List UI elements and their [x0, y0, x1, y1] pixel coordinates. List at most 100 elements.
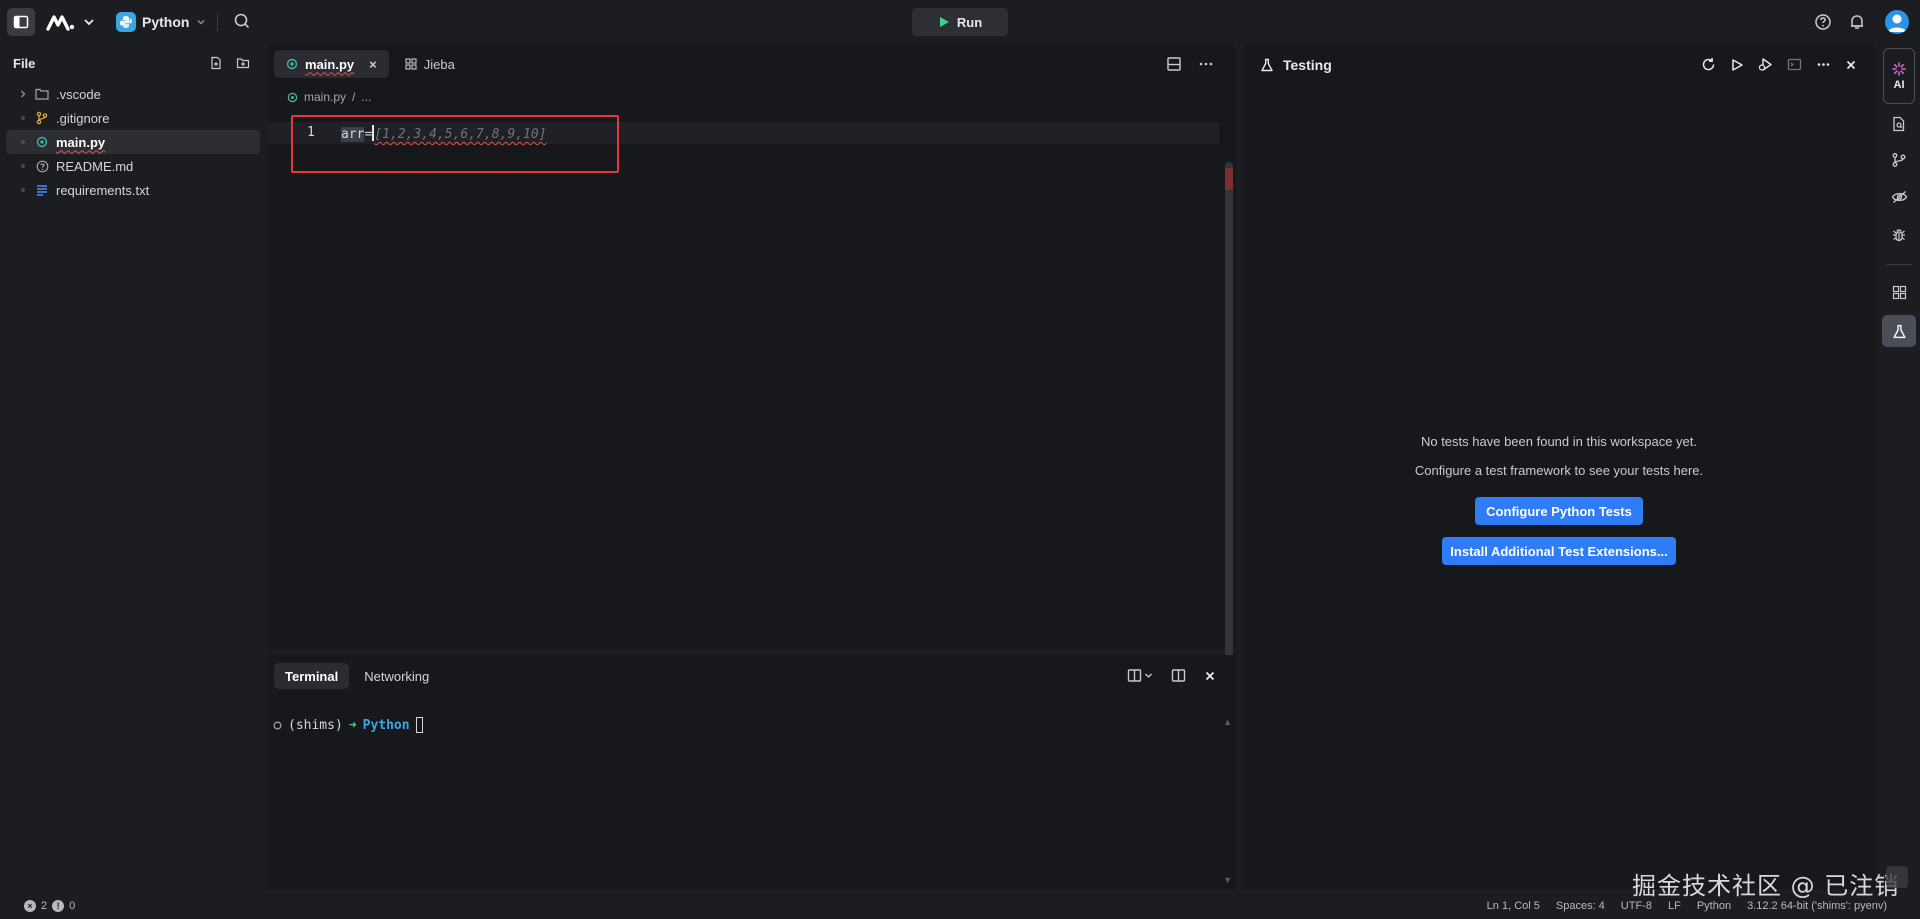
bug-icon	[1893, 229, 1905, 242]
sidebar-icon	[13, 15, 29, 29]
debugger-button[interactable]	[1889, 225, 1909, 245]
divider	[217, 13, 218, 31]
cursor-position[interactable]: Ln 1, Col 5	[1487, 900, 1540, 912]
repl-language-selector[interactable]: Python	[116, 10, 207, 34]
divider	[1886, 264, 1912, 265]
tab-main-py[interactable]: main.py ×	[274, 50, 389, 78]
tab-label: main.py	[305, 56, 355, 72]
chevron-right-icon[interactable]	[18, 89, 28, 99]
replit-logo-icon	[46, 15, 75, 31]
new-file-button[interactable]	[209, 56, 223, 70]
chevron-down-icon	[84, 19, 94, 26]
prompt-env: (shims)	[288, 717, 343, 733]
more-horizontal-icon	[1199, 62, 1213, 66]
split-terminal-button[interactable]	[1171, 668, 1186, 683]
encoding[interactable]: UTF-8	[1621, 900, 1652, 912]
flask-icon	[1261, 58, 1273, 72]
python-file-icon	[35, 135, 49, 149]
file-search-button[interactable]	[1889, 114, 1909, 134]
help-button[interactable]	[1814, 13, 1832, 31]
folder-icon	[35, 87, 49, 101]
new-file-icon	[211, 56, 221, 70]
end-of-line[interactable]: LF	[1668, 900, 1681, 912]
file-tree-item-gitignore[interactable]: .gitignore	[6, 106, 260, 130]
tab-jieba[interactable]: Jieba	[393, 50, 467, 78]
search-button[interactable]	[233, 12, 251, 30]
file-list: .vscode .gitignore main.py README.md req…	[6, 82, 260, 202]
language-mode[interactable]: Python	[1697, 900, 1731, 912]
annotation-highlight-box	[291, 115, 619, 173]
file-tree-item-requirements[interactable]: requirements.txt	[6, 178, 260, 202]
editor-scrollbar[interactable]	[1225, 162, 1233, 686]
notifications-button[interactable]	[1848, 13, 1866, 31]
indentation[interactable]: Spaces: 4	[1556, 900, 1605, 912]
sidebar-toggle-button[interactable]	[7, 8, 35, 36]
tab-terminal[interactable]: Terminal	[274, 663, 350, 689]
scroll-down-icon[interactable]: ▼	[1223, 875, 1232, 885]
ai-label: AI	[1893, 78, 1905, 91]
close-panel-button[interactable]	[1845, 59, 1857, 71]
error-icon: ×	[24, 900, 36, 912]
python-file-icon	[287, 92, 298, 102]
close-panel-button[interactable]	[1204, 670, 1216, 682]
layout-menu-button[interactable]	[1127, 668, 1153, 683]
bell-icon	[1851, 15, 1863, 29]
problems-indicator[interactable]: × 2 ! 0	[24, 900, 75, 912]
git-branch-icon	[1892, 153, 1906, 167]
app-menu-button[interactable]	[46, 10, 96, 34]
play-icon	[939, 17, 949, 27]
git-branch-icon	[35, 111, 49, 125]
breadcrumb-symbols[interactable]: ...	[361, 90, 371, 104]
tools-button[interactable]	[1889, 282, 1909, 302]
run-label: Run	[956, 14, 983, 30]
ai-assistant-button[interactable]: AI	[1883, 48, 1915, 104]
scrollbar-error-marker	[1225, 168, 1233, 190]
more-options-button[interactable]	[1816, 57, 1831, 72]
code-editor[interactable]: 1 arr= [1,2,3,4,5,6,7,8,9,10]	[267, 112, 1236, 642]
new-folder-button[interactable]	[236, 56, 250, 70]
python-interpreter[interactable]: 3.12.2 64-bit ('shims': pyenv)	[1747, 900, 1887, 912]
terminal-actions	[1127, 668, 1216, 683]
scroll-up-icon[interactable]: ▲	[1223, 717, 1232, 727]
flask-icon	[1892, 324, 1906, 338]
split-editor-button[interactable]	[1166, 56, 1182, 72]
install-test-extensions-button[interactable]: Install Additional Test Extensions...	[1442, 537, 1676, 565]
status-circle-icon	[273, 720, 282, 730]
configure-python-tests-button[interactable]: Configure Python Tests	[1475, 497, 1643, 525]
file-tree-item-vscode[interactable]: .vscode	[6, 82, 260, 106]
file-tree-item-main-py[interactable]: main.py	[6, 130, 260, 154]
close-tab-button[interactable]: ×	[369, 57, 377, 72]
file-name: .gitignore	[56, 110, 110, 126]
test-output-button[interactable]	[1787, 57, 1802, 72]
close-icon	[1205, 671, 1215, 680]
debug-tests-button[interactable]	[1758, 57, 1773, 72]
testing-tool-button[interactable]	[1882, 315, 1916, 347]
status-bar-right: Ln 1, Col 5 Spaces: 4 UTF-8 LF Python 3.…	[1487, 900, 1887, 912]
chevron-down-icon	[197, 19, 205, 25]
user-icon	[1888, 14, 1906, 32]
refresh-tests-button[interactable]	[1701, 57, 1716, 72]
empty-hint: Configure a test framework to see your t…	[1414, 463, 1704, 478]
breadcrumb-file[interactable]: main.py	[304, 90, 346, 104]
python-icon	[116, 12, 136, 32]
tab-networking[interactable]: Networking	[353, 663, 440, 689]
terminal-prompt[interactable]: (shims) ➜ Python	[273, 717, 423, 733]
more-options-button[interactable]	[1198, 56, 1214, 72]
run-button[interactable]: Run	[912, 8, 1008, 36]
user-avatar[interactable]	[1885, 10, 1909, 34]
terminal-pane: Terminal Networking (shims) ➜ Python ▲ ▼	[267, 655, 1236, 889]
editor-actions	[1166, 56, 1214, 72]
warning-icon: !	[52, 900, 65, 912]
file-tree-item-readme[interactable]: README.md	[6, 154, 260, 178]
secrets-button[interactable]	[1889, 187, 1909, 207]
run-tests-button[interactable]	[1730, 58, 1744, 72]
columns-icon	[1127, 669, 1142, 682]
grid-icon	[405, 58, 417, 70]
git-button[interactable]	[1889, 150, 1909, 170]
file-tree-panel: File .vscode .gitignore main.py README.m…	[0, 44, 264, 895]
terminal-icon	[1787, 58, 1802, 71]
file-name: .vscode	[56, 86, 101, 102]
eye-icon	[1891, 191, 1907, 203]
editor-pane: main.py × Jieba main.py / ... 1 arr= [1,…	[267, 44, 1236, 686]
chevron-down-icon	[1145, 673, 1152, 678]
